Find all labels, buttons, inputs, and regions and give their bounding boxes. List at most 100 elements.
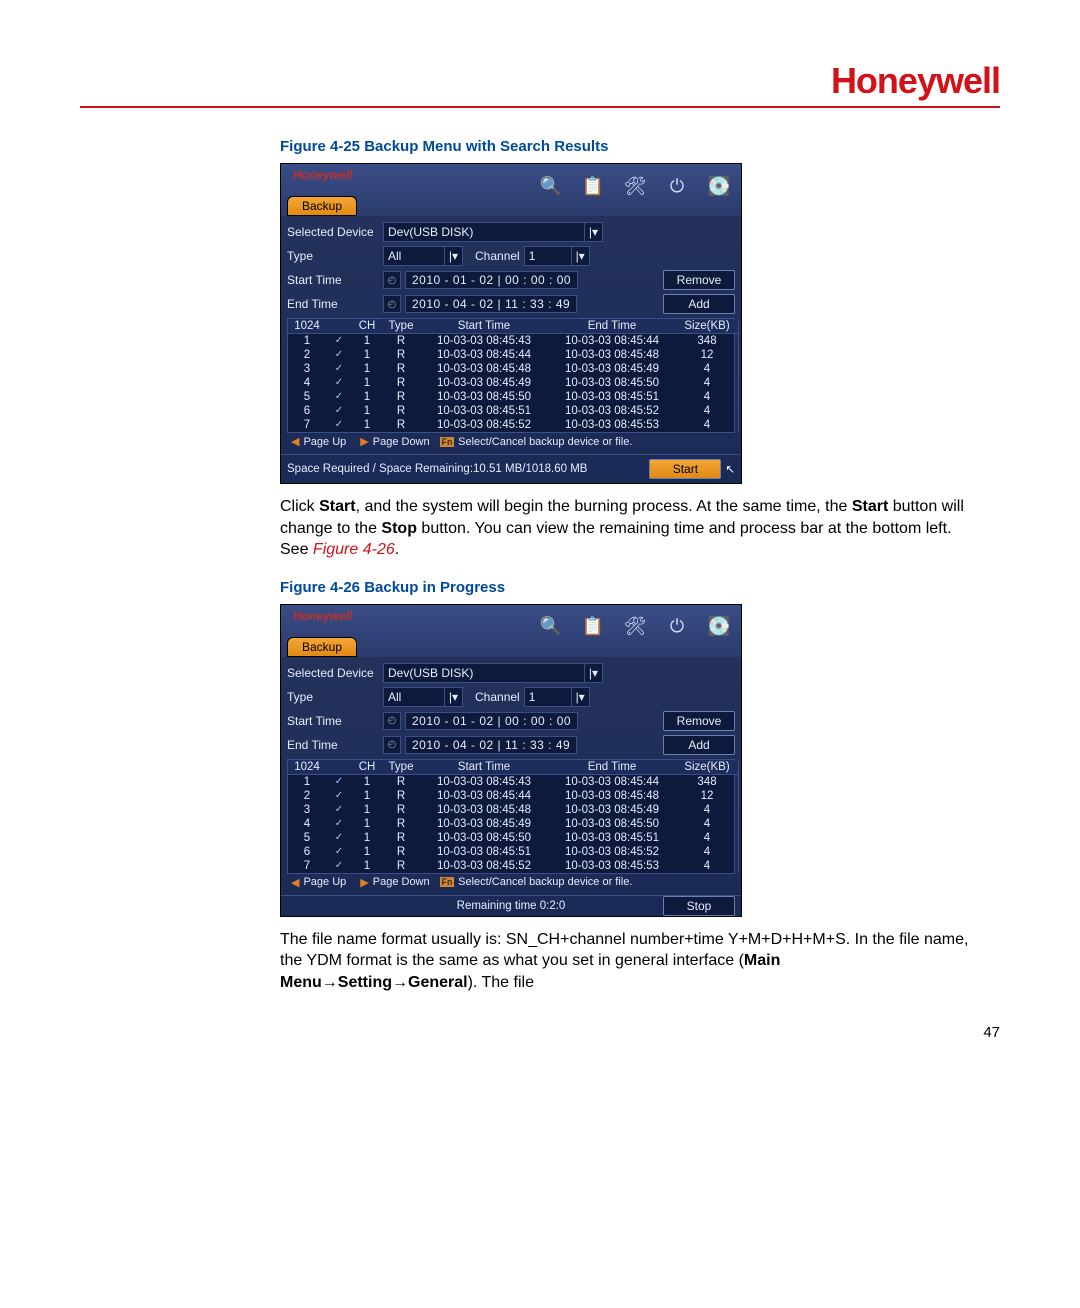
page-up-label[interactable]: Page Up [303, 436, 346, 448]
add-button[interactable]: Add [663, 294, 735, 314]
cursor-icon: ↖ [725, 462, 735, 476]
col-start: Start Time [420, 760, 548, 774]
scrollbar[interactable] [738, 319, 739, 432]
table-row[interactable]: 5✓1R10-03-03 08:45:5010-03-03 08:45:514 [288, 831, 738, 845]
label-device: Selected Device [287, 666, 379, 680]
channel-select[interactable]: 1 |▾ [524, 246, 590, 266]
check-icon[interactable]: ✓ [326, 859, 352, 873]
table-row[interactable]: 7✓1R10-03-03 08:45:5210-03-03 08:45:534 [288, 859, 738, 873]
channel-value: 1 [529, 249, 536, 263]
check-icon[interactable]: ✓ [326, 362, 352, 376]
search-icon[interactable]: 🔍 [535, 170, 567, 202]
disk-icon[interactable]: 💽 [703, 170, 735, 202]
panel-brand: Honeywell [293, 609, 352, 623]
page-down-label[interactable]: Page Down [373, 436, 430, 448]
figure-2-caption: Figure 4-26 Backup in Progress [280, 579, 970, 596]
page-up-icon[interactable]: ◀ [291, 435, 299, 448]
check-icon[interactable]: ✓ [326, 348, 352, 362]
table-row[interactable]: 2✓1R10-03-03 08:45:4410-03-03 08:45:4812 [288, 789, 738, 803]
label-type: Type [287, 249, 379, 263]
device-select[interactable]: Dev(USB DISK) |▾ [383, 663, 603, 683]
search-icon[interactable]: 🔍 [535, 611, 567, 643]
settings-icon[interactable]: 🛠 [619, 170, 651, 202]
table-row[interactable]: 3✓1R10-03-03 08:45:4810-03-03 08:45:494 [288, 803, 738, 817]
page-down-icon[interactable]: ▶ [360, 876, 368, 889]
label-end-time: End Time [287, 297, 379, 311]
check-icon[interactable]: ✓ [326, 404, 352, 418]
dropdown-icon: |▾ [444, 688, 458, 706]
fn-hint: Select/Cancel backup device or file. [458, 876, 632, 888]
check-icon[interactable]: ✓ [326, 334, 352, 348]
type-value: All [388, 690, 401, 704]
page-up-icon[interactable]: ◀ [291, 876, 299, 889]
start-time-input[interactable]: 2010 - 01 - 02 | 00 : 00 : 00 [405, 712, 578, 730]
power-icon[interactable]: ⏻ [661, 611, 693, 643]
label-start-time: Start Time [287, 714, 379, 728]
fn-hint: Select/Cancel backup device or file. [458, 436, 632, 448]
table-row[interactable]: 4✓1R10-03-03 08:45:4910-03-03 08:45:504 [288, 376, 738, 390]
label-device: Selected Device [287, 225, 379, 239]
type-select[interactable]: All |▾ [383, 687, 463, 707]
table-row[interactable]: 3✓1R10-03-03 08:45:4810-03-03 08:45:494 [288, 362, 738, 376]
table-row[interactable]: 7✓1R10-03-03 08:45:5210-03-03 08:45:534 [288, 418, 738, 432]
stop-button[interactable]: Stop [663, 896, 735, 916]
end-time-input[interactable]: 2010 - 04 - 02 | 11 : 33 : 49 [405, 736, 577, 754]
panel-brand: Honeywell [293, 168, 352, 182]
check-icon[interactable]: ✓ [326, 789, 352, 803]
type-select[interactable]: All |▾ [383, 246, 463, 266]
remaining-time-text: Remaining time 0:2:0 [457, 900, 566, 912]
col-start: Start Time [420, 319, 548, 333]
paragraph-1: Click Start, and the system will begin t… [280, 496, 970, 561]
disk-icon[interactable]: 💽 [703, 611, 735, 643]
table-row[interactable]: 1✓1R10-03-03 08:45:4310-03-03 08:45:4434… [288, 334, 738, 348]
remove-button[interactable]: Remove [663, 711, 735, 731]
remove-button[interactable]: Remove [663, 270, 735, 290]
page-down-icon[interactable]: ▶ [360, 435, 368, 448]
add-button[interactable]: Add [663, 735, 735, 755]
check-icon[interactable]: ✓ [326, 803, 352, 817]
table-row[interactable]: 1✓1R10-03-03 08:45:4310-03-03 08:45:4434… [288, 775, 738, 789]
check-icon[interactable]: ✓ [326, 418, 352, 432]
notes-icon[interactable]: 📋 [577, 170, 609, 202]
notes-icon[interactable]: 📋 [577, 611, 609, 643]
table-row[interactable]: 6✓1R10-03-03 08:45:5110-03-03 08:45:524 [288, 845, 738, 859]
check-icon[interactable]: ✓ [326, 831, 352, 845]
fn-key-icon: Fn [440, 437, 455, 447]
settings-icon[interactable]: 🛠 [619, 611, 651, 643]
dropdown-icon: |▾ [584, 664, 598, 682]
label-channel: Channel [475, 690, 520, 704]
table-row[interactable]: 4✓1R10-03-03 08:45:4910-03-03 08:45:504 [288, 817, 738, 831]
channel-select[interactable]: 1 |▾ [524, 687, 590, 707]
scrollbar[interactable] [738, 760, 739, 873]
col-end: End Time [548, 760, 676, 774]
check-icon[interactable]: ✓ [326, 775, 352, 789]
col-total: 1024 [288, 760, 326, 774]
space-text: Space Required / Space Remaining:10.51 M… [287, 463, 587, 475]
page-down-label[interactable]: Page Down [373, 876, 430, 888]
dropdown-icon: |▾ [571, 247, 585, 265]
backup-panel-2: Honeywell Backup 🔍 📋 🛠 ⏻ 💽 Selected Devi… [280, 604, 742, 917]
dropdown-icon: |▾ [444, 247, 458, 265]
page-up-label[interactable]: Page Up [303, 876, 346, 888]
col-ch: CH [352, 319, 382, 333]
start-time-input[interactable]: 2010 - 01 - 02 | 00 : 00 : 00 [405, 271, 578, 289]
power-icon[interactable]: ⏻ [661, 170, 693, 202]
table-row[interactable]: 2✓1R10-03-03 08:45:4410-03-03 08:45:4812 [288, 348, 738, 362]
col-end: End Time [548, 319, 676, 333]
backup-panel-1: Honeywell Backup 🔍 📋 🛠 ⏻ 💽 Selected Devi… [280, 163, 742, 484]
table-body: 1✓1R10-03-03 08:45:4310-03-03 08:45:4434… [288, 334, 738, 432]
table-row[interactable]: 5✓1R10-03-03 08:45:5010-03-03 08:45:514 [288, 390, 738, 404]
table-row[interactable]: 6✓1R10-03-03 08:45:5110-03-03 08:45:524 [288, 404, 738, 418]
figure-1-caption: Figure 4-25 Backup Menu with Search Resu… [280, 138, 970, 155]
check-icon[interactable]: ✓ [326, 817, 352, 831]
check-icon[interactable]: ✓ [326, 390, 352, 404]
end-time-input[interactable]: 2010 - 04 - 02 | 11 : 33 : 49 [405, 295, 577, 313]
tab-backup[interactable]: Backup [287, 637, 357, 657]
clock-icon: ◴ [383, 712, 401, 730]
clock-icon: ◴ [383, 295, 401, 313]
check-icon[interactable]: ✓ [326, 845, 352, 859]
check-icon[interactable]: ✓ [326, 376, 352, 390]
tab-backup[interactable]: Backup [287, 196, 357, 216]
start-button[interactable]: Start [649, 459, 721, 479]
device-select[interactable]: Dev(USB DISK) |▾ [383, 222, 603, 242]
